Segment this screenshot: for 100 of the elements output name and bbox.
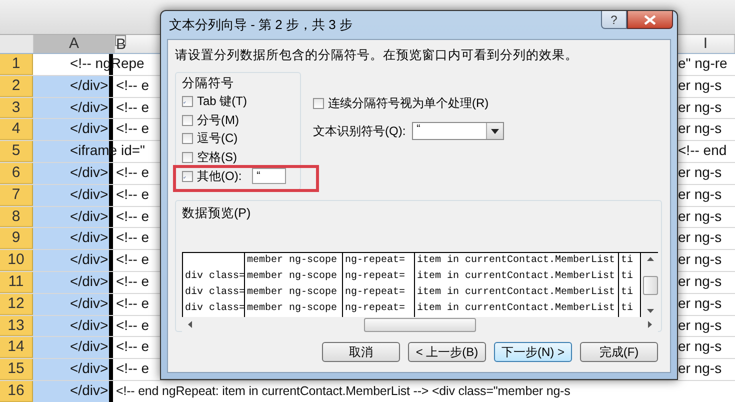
cell-text: </div> <box>70 228 108 248</box>
preview-cell: item in currentContact.MemberList <box>417 303 616 314</box>
checkbox[interactable] <box>313 98 324 108</box>
row-header[interactable]: 4 <box>0 119 33 140</box>
field-label: 文本识别符号(Q): <box>313 122 406 140</box>
column-header[interactable]: A <box>34 35 115 53</box>
row-header[interactable]: 3 <box>0 98 33 118</box>
cell-text: er ng-s <box>678 120 722 136</box>
checkbox-label[interactable]: Tab 键(T) <box>197 93 248 110</box>
scroll-down-icon[interactable] <box>646 309 654 313</box>
preview-cell: div class= <box>185 271 246 282</box>
preview-cell: member ng-scope <box>247 255 338 266</box>
cell-text: <!-- e <box>116 120 150 136</box>
cell-text: er ng-s <box>678 229 722 246</box>
cell-text: er ng-s <box>678 76 722 93</box>
cell-text: e" ng-re <box>678 55 728 71</box>
cell-text: <!-- e <box>116 208 150 224</box>
row-header[interactable]: 10 <box>0 250 33 271</box>
input-field[interactable]: “ <box>252 168 286 184</box>
cell-text: <!-- e <box>116 294 150 311</box>
checkbox-label[interactable]: 空格(S) <box>197 149 237 166</box>
row-header[interactable]: 15 <box>0 359 33 380</box>
scroll-right-icon[interactable] <box>648 321 652 328</box>
preview-cell: ng-repeat= <box>345 303 406 314</box>
cell-text: <!-- e <box>116 186 150 202</box>
checkbox-label[interactable]: 分号(M) <box>197 112 239 129</box>
checkbox[interactable] <box>182 96 193 108</box>
checkbox-label[interactable]: 连续分隔符号视为单个处理(R) <box>328 94 489 112</box>
cell-text: <!-- e <box>116 272 150 289</box>
cell-text: </div> <box>70 316 108 335</box>
preview-cell: ng-repeat= <box>345 287 406 298</box>
scroll-left-icon[interactable] <box>188 321 192 328</box>
checkbox-label[interactable]: 逗号(C) <box>197 130 238 148</box>
window-title: 文本分列向导 - 第 2 步，共 3 步 <box>169 16 352 34</box>
preview-cell: div class= <box>185 287 246 298</box>
preview-cell: member ng-scope <box>247 287 338 298</box>
help-button[interactable]: ? <box>601 11 627 29</box>
row-header[interactable]: 11 <box>0 272 33 293</box>
row-header[interactable]: 13 <box>0 316 33 336</box>
group-title: 数据预览(P) <box>182 205 251 222</box>
row-header[interactable]: 16 <box>0 380 33 402</box>
preview-cell: item in currentContact.MemberList <box>417 255 616 266</box>
checkbox[interactable] <box>182 170 193 182</box>
checkbox[interactable] <box>182 133 193 144</box>
checkbox[interactable] <box>182 152 193 164</box>
preview-cell: ng-repeat= <box>345 255 406 266</box>
preview-cell: item in currentContact.MemberList <box>417 271 616 282</box>
row-header[interactable]: 1 <box>0 54 33 75</box>
cell-text: </div> <box>70 294 108 313</box>
cell-text: <!-- e <box>116 98 150 115</box>
cell-text: </div> <box>70 359 108 378</box>
cell-text: </div> <box>70 119 108 138</box>
preview-cell: div class= <box>185 303 246 314</box>
scroll-up-icon[interactable] <box>646 257 654 261</box>
row-header[interactable]: 2 <box>0 76 33 97</box>
dialog-button[interactable]: < 上一步(B) <box>408 342 486 362</box>
qualifier-dropdown[interactable]: “ <box>412 122 504 140</box>
cell-text: <!-- e <box>116 251 150 268</box>
cell-text: <!-- e <box>116 360 150 376</box>
row-header[interactable]: 8 <box>0 206 33 228</box>
dialog-button[interactable]: 取消 <box>322 342 400 362</box>
cell-text: er ng-s <box>678 338 722 354</box>
row-header[interactable]: 6 <box>0 162 33 184</box>
checkbox-label[interactable]: 其他(O): <box>197 168 242 185</box>
preview-cell: item in currentContact.MemberList <box>417 287 616 298</box>
cell-text: <!-- e <box>116 76 150 93</box>
cell-text: <!-- e <box>116 338 150 354</box>
cell-text: <!-- e <box>116 164 150 180</box>
vertical-scrollbar[interactable] <box>642 253 658 317</box>
cell-text: </div> <box>70 206 108 226</box>
checkbox[interactable] <box>182 114 193 126</box>
row-header[interactable]: 14 <box>0 337 33 358</box>
cell-text: er ng-s <box>678 98 722 115</box>
cell-text: er ng-s <box>678 316 722 333</box>
cell-text: er ng-s <box>678 164 722 180</box>
scrollbar-thumb[interactable] <box>642 276 658 294</box>
preview-cell: member ng-scope <box>247 271 338 282</box>
cell-text: </div> <box>70 250 108 270</box>
row-header[interactable]: 12 <box>0 294 33 315</box>
cell-text: <!-- end <box>678 142 727 158</box>
cell-text: </div> <box>70 184 108 204</box>
cell-text: <!-- e <box>116 316 150 333</box>
scrollbar-thumb[interactable] <box>364 318 476 332</box>
preview-cell: ti <box>621 271 634 282</box>
close-button[interactable] <box>627 11 673 29</box>
cell-text: </div> <box>70 380 108 400</box>
cell-text: <!-- end ngRepeat: item in currentContact.MemberList --> <div class="member ng-s <box>116 384 570 398</box>
cell-text: er ng-s <box>678 186 722 202</box>
cell-text: er ng-s <box>678 360 722 376</box>
close-icon <box>644 14 656 24</box>
dialog-button[interactable]: 完成(F) <box>580 342 658 362</box>
row-header[interactable]: 5 <box>0 141 33 162</box>
group-title: 分隔符号 <box>182 75 234 92</box>
preview-cell: ti <box>621 287 634 298</box>
preview-cell: member ng-scope <box>247 303 338 314</box>
instruction-text: 请设置分列数据所包含的分隔符号。在预览窗口内可看到分列的效果。 <box>175 47 579 64</box>
row-header[interactable]: 7 <box>0 184 33 206</box>
dropdown-arrow-icon <box>490 128 499 134</box>
row-header[interactable]: 9 <box>0 228 33 250</box>
dialog-button[interactable]: 下一步(N) > <box>494 342 572 362</box>
